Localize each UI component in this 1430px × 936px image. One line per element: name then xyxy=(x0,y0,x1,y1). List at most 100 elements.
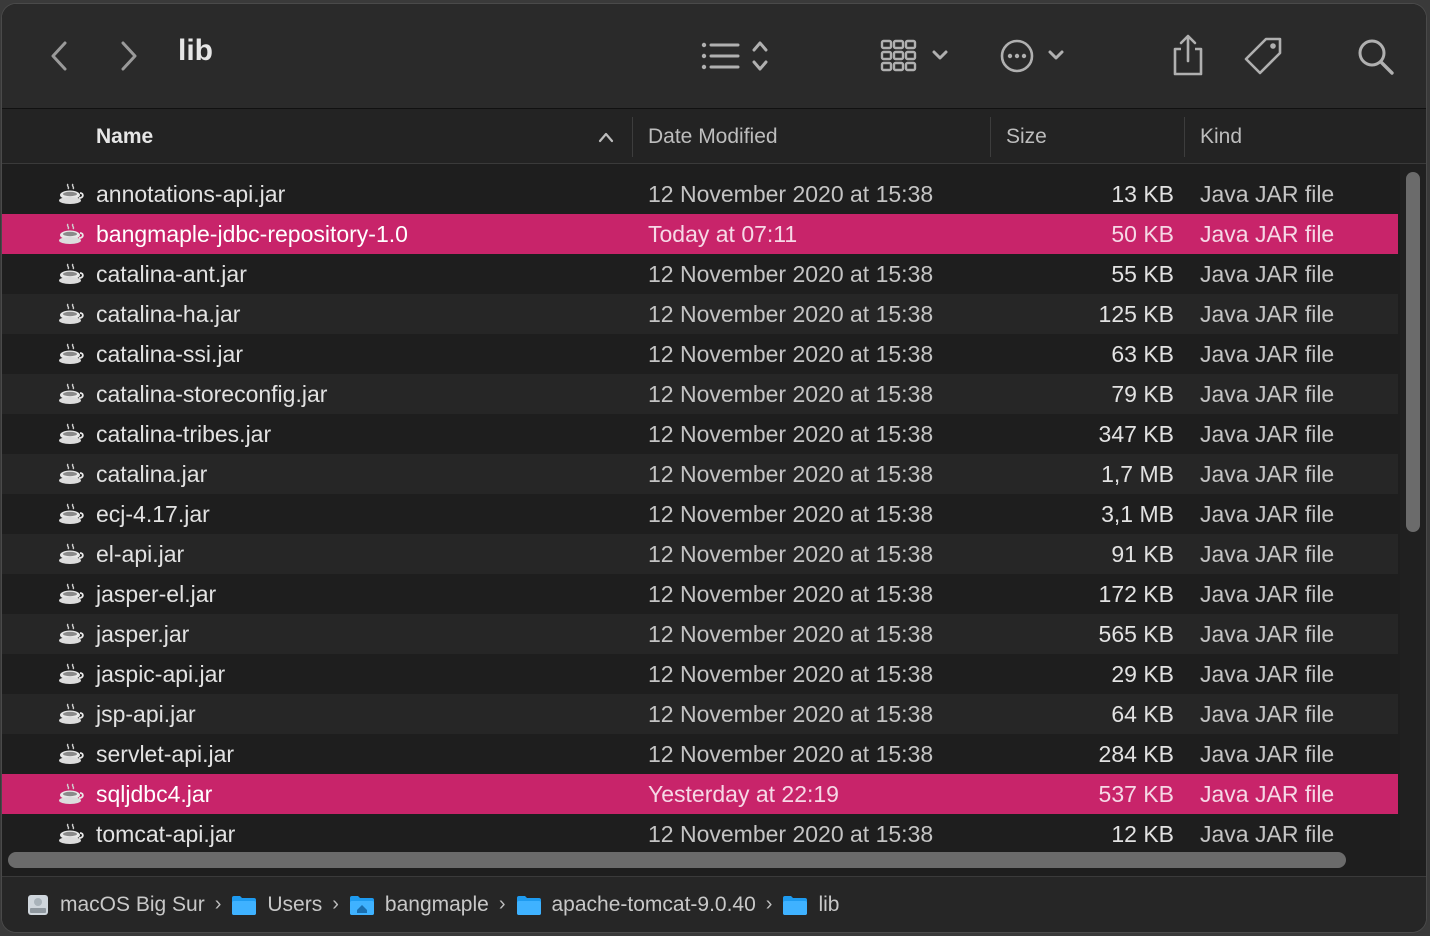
file-list[interactable]: annotations-api.jar 12 November 2020 at 1… xyxy=(2,174,1398,848)
file-row[interactable]: catalina-ha.jar 12 November 2020 at 15:38… xyxy=(2,294,1398,334)
file-name: catalina-ha.jar xyxy=(96,301,241,327)
group-button[interactable] xyxy=(876,36,954,76)
file-size: 63 KB xyxy=(1111,341,1174,367)
search-button[interactable] xyxy=(1354,36,1398,78)
file-row[interactable]: servlet-api.jar 12 November 2020 at 15:38… xyxy=(2,734,1398,774)
breadcrumb-label: bangmaple xyxy=(384,892,489,916)
file-size: 3,1 MB xyxy=(1101,501,1174,527)
share-icon xyxy=(1173,34,1203,76)
file-row[interactable]: bangmaple-jdbc-repository-1.0 Today at 07… xyxy=(2,214,1398,254)
file-kind: Java JAR file xyxy=(1200,301,1335,327)
column-header-size[interactable]: Size xyxy=(1006,125,1047,149)
jar-file-icon xyxy=(59,823,84,844)
breadcrumb-separator-icon: › xyxy=(214,893,222,915)
file-size: 1,7 MB xyxy=(1101,461,1174,487)
file-row[interactable]: catalina.jar 12 November 2020 at 15:38 1,7… xyxy=(2,454,1398,494)
file-date: 12 November 2020 at 15:38 xyxy=(648,621,934,647)
file-name: bangmaple-jdbc-repository-1.0 xyxy=(96,221,408,247)
file-kind: Java JAR file xyxy=(1200,181,1335,207)
file-row[interactable]: catalina-ssi.jar 12 November 2020 at 15:3… xyxy=(2,334,1398,374)
breadcrumb-separator-icon: › xyxy=(765,893,773,915)
list-view-icon xyxy=(701,41,768,71)
column-header-name[interactable]: Name xyxy=(96,125,153,149)
file-name: jasper-el.jar xyxy=(96,581,217,607)
breadcrumb-item[interactable]: apache-tomcat-9.0.40 xyxy=(516,893,756,917)
file-kind: Java JAR file xyxy=(1200,341,1335,367)
grid-group-icon xyxy=(880,39,948,72)
jar-file-icon xyxy=(59,583,84,604)
file-row[interactable]: jaspic-api.jar 12 November 2020 at 15:38 2… xyxy=(2,654,1398,694)
share-button[interactable] xyxy=(1168,32,1208,78)
horizontal-scroll-thumb[interactable] xyxy=(8,852,1346,868)
jar-file-icon xyxy=(59,343,84,364)
jar-file-icon xyxy=(59,703,84,724)
folder-icon xyxy=(516,895,541,915)
file-row[interactable]: el-api.jar 12 November 2020 at 15:38 91 KB… xyxy=(2,534,1398,574)
file-row[interactable]: jasper.jar 12 November 2020 at 15:38 565 K… xyxy=(2,614,1398,654)
column-divider[interactable] xyxy=(1184,117,1185,157)
file-size: 537 KB xyxy=(1098,781,1174,807)
ellipsis-circle-icon xyxy=(1000,39,1064,73)
file-row[interactable]: jasper-el.jar 12 November 2020 at 15:38 17… xyxy=(2,574,1398,614)
folder-icon xyxy=(783,895,808,915)
list-view-button[interactable] xyxy=(696,36,772,76)
breadcrumb-label: macOS Big Sur xyxy=(60,892,205,916)
file-row[interactable]: jsp-api.jar 12 November 2020 at 15:38 64 K… xyxy=(2,694,1398,734)
breadcrumb-label: lib xyxy=(818,892,840,916)
jar-file-icon xyxy=(59,783,84,804)
file-size: 172 KB xyxy=(1098,581,1174,607)
column-divider[interactable] xyxy=(990,117,991,157)
file-row[interactable]: catalina-storeconfig.jar 12 November 2020… xyxy=(2,374,1398,414)
file-size: 565 KB xyxy=(1098,621,1174,647)
action-button[interactable] xyxy=(996,36,1070,76)
file-size: 55 KB xyxy=(1111,261,1174,287)
file-date: 12 November 2020 at 15:38 xyxy=(648,541,934,567)
file-name: jaspic-api.jar xyxy=(96,661,226,687)
jar-file-icon xyxy=(59,743,84,764)
file-name: servlet-api.jar xyxy=(96,741,235,767)
breadcrumb-item[interactable]: lib xyxy=(782,893,839,917)
file-row[interactable]: annotations-api.jar 12 November 2020 at 1… xyxy=(2,174,1398,214)
jar-file-icon xyxy=(59,463,84,484)
file-row[interactable]: sqljdbc4.jar Yesterday at 22:19 537 KB Java… xyxy=(2,774,1398,814)
breadcrumb-item[interactable]: Users xyxy=(231,893,322,917)
file-size: 125 KB xyxy=(1098,301,1174,327)
file-row[interactable]: tomcat-api.jar 12 November 2020 at 15:38 1… xyxy=(2,814,1398,848)
file-row[interactable]: catalina-ant.jar 12 November 2020 at 15:3… xyxy=(2,254,1398,294)
file-kind: Java JAR file xyxy=(1200,421,1335,447)
file-kind: Java JAR file xyxy=(1200,261,1335,287)
file-row[interactable]: ecj-4.17.jar 12 November 2020 at 15:38 3,1… xyxy=(2,494,1398,534)
folder-icon xyxy=(232,895,257,915)
file-date: Today at 07:11 xyxy=(648,221,798,247)
file-name: ecj-4.17.jar xyxy=(96,501,210,527)
file-name: catalina-storeconfig.jar xyxy=(96,381,328,407)
file-row[interactable]: catalina-tribes.jar 12 November 2020 at 1… xyxy=(2,414,1398,454)
column-header-date[interactable]: Date Modified xyxy=(648,125,778,149)
home-folder-icon xyxy=(349,895,374,915)
file-date: 12 November 2020 at 15:38 xyxy=(648,421,934,447)
file-date: 12 November 2020 at 15:38 xyxy=(648,301,934,327)
column-divider[interactable] xyxy=(632,117,633,157)
file-name: catalina-ssi.jar xyxy=(96,341,243,367)
vertical-scroll-thumb[interactable] xyxy=(1406,172,1420,532)
file-name: sqljdbc4.jar xyxy=(96,781,213,807)
file-size: 50 KB xyxy=(1111,221,1174,247)
file-date: 12 November 2020 at 15:38 xyxy=(648,381,934,407)
file-kind: Java JAR file xyxy=(1200,461,1335,487)
tag-icon xyxy=(1244,37,1282,75)
jar-file-icon xyxy=(59,303,84,324)
file-name: el-api.jar xyxy=(96,541,185,567)
breadcrumb-item[interactable]: bangmaple xyxy=(349,893,489,917)
tags-button[interactable] xyxy=(1240,34,1288,78)
forward-button[interactable] xyxy=(112,36,146,76)
file-kind: Java JAR file xyxy=(1200,541,1335,567)
file-date: 12 November 2020 at 15:38 xyxy=(648,661,934,687)
file-kind: Java JAR file xyxy=(1200,741,1335,767)
breadcrumb-item[interactable]: macOS Big Sur xyxy=(26,893,205,917)
file-name: catalina-ant.jar xyxy=(96,261,247,287)
file-size: 12 KB xyxy=(1111,821,1174,847)
file-date: 12 November 2020 at 15:38 xyxy=(648,181,934,207)
back-button[interactable] xyxy=(42,36,76,76)
column-header-kind[interactable]: Kind xyxy=(1200,125,1242,149)
file-size: 284 KB xyxy=(1098,741,1174,767)
